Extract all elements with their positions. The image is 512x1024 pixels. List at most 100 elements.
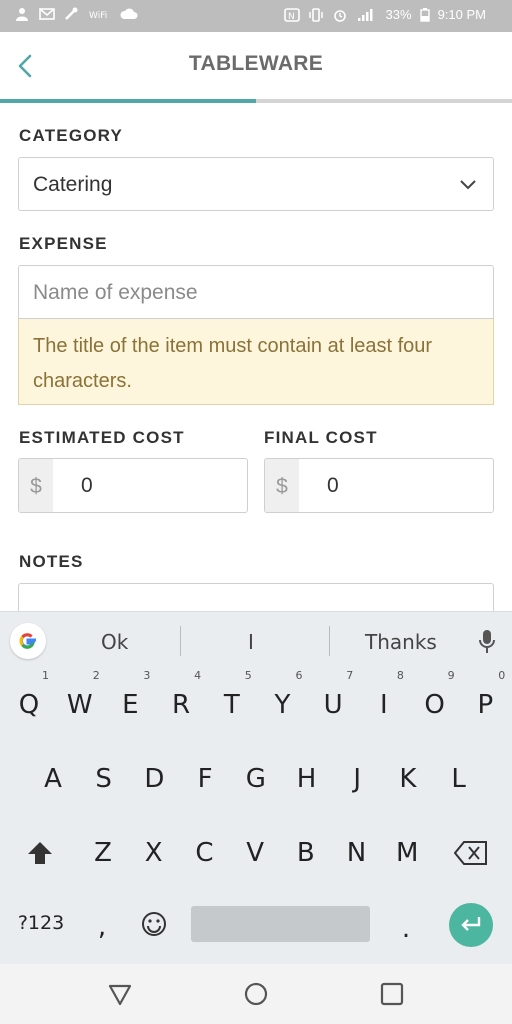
key-k-label: K bbox=[399, 764, 417, 794]
key-z-label: Z bbox=[94, 838, 112, 868]
key-r[interactable]: R4 bbox=[157, 669, 205, 735]
key-o-label: O bbox=[424, 690, 445, 720]
suggestion-3[interactable]: Thanks bbox=[365, 630, 437, 654]
battery-percent: 33% bbox=[385, 7, 412, 22]
status-bar: WiFi N 33% 9:10 PM bbox=[0, 0, 512, 32]
key-a-label: A bbox=[44, 764, 62, 794]
status-right: N 33% 9:10 PM bbox=[283, 7, 486, 22]
key-s-label: S bbox=[95, 764, 112, 794]
comma-key[interactable]: , bbox=[80, 897, 124, 957]
key-l-label: L bbox=[451, 764, 466, 794]
recents-square-icon[interactable] bbox=[378, 980, 406, 1008]
symbols-key[interactable]: ?123 bbox=[14, 893, 68, 953]
key-q[interactable]: Q1 bbox=[5, 669, 53, 735]
key-c[interactable]: C bbox=[180, 823, 228, 883]
final-cost-label: FINAL COST bbox=[264, 428, 378, 447]
signal-icon bbox=[357, 8, 373, 21]
key-w[interactable]: W2 bbox=[56, 669, 104, 735]
key-c-label: C bbox=[195, 838, 214, 868]
key-h[interactable]: H bbox=[283, 749, 331, 809]
tools-icon bbox=[65, 7, 78, 20]
key-h-label: H bbox=[296, 764, 317, 794]
final-cost-currency: $ bbox=[265, 459, 299, 512]
key-q-hint: 1 bbox=[42, 669, 49, 682]
space-key[interactable] bbox=[191, 906, 370, 942]
key-e[interactable]: E3 bbox=[106, 669, 154, 735]
chevron-down-icon bbox=[460, 180, 476, 190]
suggestion-1[interactable]: Ok bbox=[101, 630, 128, 654]
key-v[interactable]: V bbox=[231, 823, 279, 883]
key-x-label: X bbox=[144, 838, 163, 868]
svg-text:WiFi: WiFi bbox=[89, 11, 107, 21]
person-icon bbox=[16, 8, 28, 21]
key-l[interactable]: L bbox=[435, 749, 483, 809]
suggestion-strip: Ok I Thanks bbox=[0, 612, 512, 670]
key-o[interactable]: O9 bbox=[411, 669, 459, 735]
key-t-label: T bbox=[223, 690, 240, 720]
key-w-label: W bbox=[66, 690, 93, 720]
key-j[interactable]: J bbox=[333, 749, 381, 809]
expense-placeholder: Name of expense bbox=[33, 281, 198, 304]
progress-fill bbox=[0, 99, 256, 103]
key-z[interactable]: Z bbox=[79, 823, 127, 883]
app-bar: TABLEWARE bbox=[0, 32, 512, 98]
wifi-calling-icon: WiFi bbox=[89, 11, 107, 21]
key-g[interactable]: G bbox=[232, 749, 280, 809]
notes-label: NOTES bbox=[19, 552, 84, 571]
key-b-label: B bbox=[296, 838, 315, 868]
progress-bar bbox=[0, 99, 512, 103]
estimated-cost-value: 0 bbox=[81, 474, 93, 497]
enter-key[interactable] bbox=[449, 903, 493, 947]
backspace-icon[interactable] bbox=[454, 840, 488, 866]
key-q-label: Q bbox=[18, 690, 40, 720]
back-triangle-icon[interactable] bbox=[106, 980, 134, 1008]
category-select[interactable]: Catering bbox=[18, 157, 494, 211]
clock: 9:10 PM bbox=[437, 7, 486, 22]
key-i[interactable]: I8 bbox=[360, 669, 408, 735]
emoji-icon[interactable] bbox=[140, 910, 168, 938]
alarm-icon bbox=[333, 9, 346, 22]
period-key[interactable]: . bbox=[384, 899, 428, 959]
key-y[interactable]: Y6 bbox=[259, 669, 307, 735]
navigation-bar bbox=[0, 964, 512, 1024]
svg-text:N: N bbox=[288, 12, 295, 22]
expense-input[interactable]: Name of expense bbox=[18, 265, 494, 319]
key-f-label: F bbox=[197, 764, 213, 794]
suggestion-2[interactable]: I bbox=[248, 630, 254, 654]
home-circle-icon[interactable] bbox=[242, 980, 270, 1008]
google-g-icon[interactable] bbox=[10, 623, 46, 659]
key-t[interactable]: T5 bbox=[208, 669, 256, 735]
key-p-label: P bbox=[477, 690, 494, 720]
key-w-hint: 2 bbox=[92, 669, 100, 682]
key-e-label: E bbox=[122, 690, 139, 720]
key-e-hint: 3 bbox=[143, 669, 151, 682]
key-k[interactable]: K bbox=[384, 749, 432, 809]
key-f[interactable]: F bbox=[181, 749, 229, 809]
key-i-label: I bbox=[380, 690, 388, 720]
key-n[interactable]: N bbox=[333, 823, 381, 883]
shift-icon[interactable] bbox=[26, 840, 54, 866]
key-y-hint: 6 bbox=[295, 669, 303, 682]
mail-icon bbox=[39, 8, 55, 20]
key-a[interactable]: A bbox=[29, 749, 77, 809]
key-m[interactable]: M bbox=[383, 823, 431, 883]
suggestion-divider bbox=[329, 626, 330, 656]
key-u-label: U bbox=[323, 690, 343, 720]
key-s[interactable]: S bbox=[80, 749, 128, 809]
final-cost-input[interactable]: $ 0 bbox=[264, 458, 494, 513]
estimated-cost-label: ESTIMATED COST bbox=[19, 428, 185, 447]
key-d[interactable]: D bbox=[130, 749, 178, 809]
key-b[interactable]: B bbox=[282, 823, 330, 883]
page-title: TABLEWARE bbox=[188, 52, 324, 75]
key-p-hint: 0 bbox=[498, 669, 506, 682]
key-p[interactable]: P0 bbox=[461, 669, 509, 735]
status-left-icons: WiFi bbox=[14, 7, 138, 21]
vibrate-icon bbox=[308, 7, 323, 22]
nfc-icon: N bbox=[283, 7, 300, 22]
estimated-cost-input[interactable]: $ 0 bbox=[18, 458, 248, 513]
microphone-icon[interactable] bbox=[477, 628, 497, 656]
key-u[interactable]: U7 bbox=[309, 669, 357, 735]
key-j-label: J bbox=[353, 764, 362, 794]
key-u-hint: 7 bbox=[346, 669, 354, 682]
key-x[interactable]: X bbox=[130, 823, 178, 883]
